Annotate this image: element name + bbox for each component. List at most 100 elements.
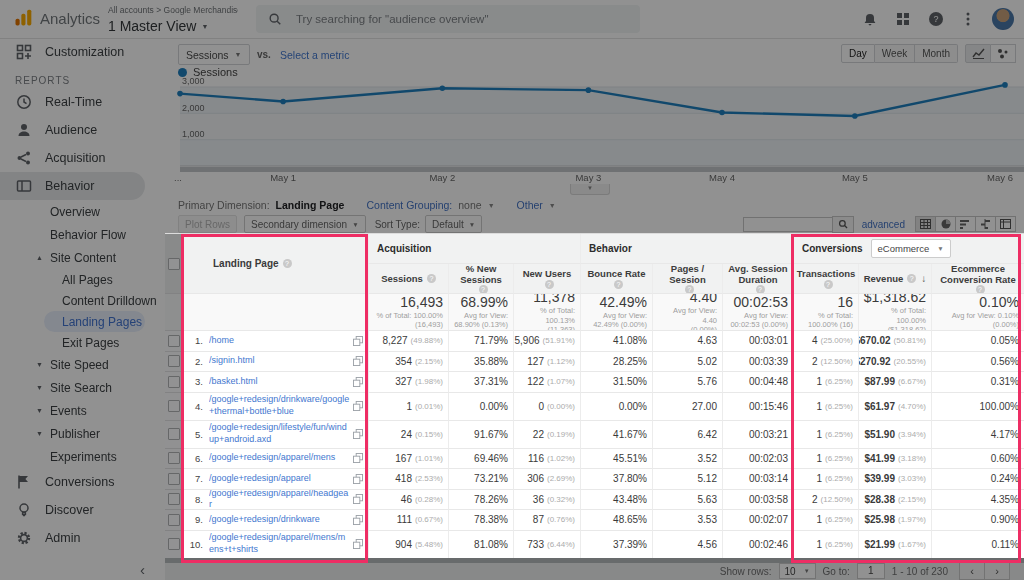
open-page-icon[interactable] xyxy=(353,377,363,387)
dimension-landing-page[interactable]: Landing Page xyxy=(276,199,345,211)
help-icon[interactable]: ? xyxy=(907,274,916,283)
help-icon[interactable]: ? xyxy=(545,280,554,289)
sidebar-item-real-time[interactable]: Real-Time xyxy=(0,88,165,116)
landing-page-link[interactable]: /google+redesign/drinkware/google+therma… xyxy=(209,394,350,417)
sidebar-item-admin[interactable]: Admin xyxy=(0,524,165,552)
open-page-icon[interactable] xyxy=(353,429,363,439)
sessions-line-chart[interactable]: 3,0002,0001,000 xyxy=(165,74,1024,172)
avatar[interactable] xyxy=(992,8,1014,30)
sidebar-item-audience[interactable]: Audience xyxy=(0,116,165,144)
line-chart-toggle[interactable] xyxy=(965,44,991,63)
column-header-pages-session[interactable]: Pages / Session? xyxy=(652,264,722,294)
sidebar-item-site-content[interactable]: ▲Site Content xyxy=(0,246,165,269)
open-page-icon[interactable] xyxy=(353,474,363,484)
landing-page-link[interactable]: /google+redesign/apparel/mens/mens+t+shi… xyxy=(209,532,350,555)
row-checkbox[interactable] xyxy=(168,452,180,464)
advanced-link[interactable]: advanced xyxy=(862,219,905,230)
sidebar-item-site-speed[interactable]: ▼Site Speed xyxy=(0,353,165,376)
content-grouping-value[interactable]: none xyxy=(458,199,481,211)
column-header-revenue[interactable]: Revenue?↓ xyxy=(858,264,931,294)
open-page-icon[interactable] xyxy=(353,401,363,411)
sidebar-item-exit-pages[interactable]: Exit Pages xyxy=(0,332,165,353)
sort-type-button[interactable]: Default▼ xyxy=(425,215,482,233)
column-header-ecommerce-conversion-rate[interactable]: Ecommerce Conversion Rate? xyxy=(931,264,1024,294)
metric-selector[interactable]: Sessions▼ xyxy=(178,44,250,65)
help-icon[interactable]: ? xyxy=(824,280,833,289)
sidebar-item-customization[interactable]: Customization xyxy=(0,38,165,66)
column-header-sessions[interactable]: Sessions? xyxy=(368,264,448,294)
landing-page-column-header[interactable]: Landing Page? xyxy=(182,234,368,294)
sidebar-item-behavior-flow[interactable]: Behavior Flow xyxy=(0,223,165,246)
row-checkbox[interactable] xyxy=(168,493,180,505)
row-checkbox[interactable] xyxy=(168,538,180,550)
row-checkbox[interactable] xyxy=(168,473,180,485)
chart-collapse-tab[interactable]: ▼ xyxy=(570,184,610,195)
row-checkbox[interactable] xyxy=(168,514,180,526)
select-metric-link[interactable]: Select a metric xyxy=(280,49,349,61)
column-header-new-users[interactable]: New Users? xyxy=(513,264,580,294)
row-checkbox[interactable] xyxy=(168,355,180,367)
help-icon[interactable]: ? xyxy=(756,285,765,294)
column-header-transactions[interactable]: Transactions? xyxy=(793,264,858,294)
view-title[interactable]: 1 Master View▼ xyxy=(108,18,238,34)
content-grouping-link[interactable]: Content Grouping: xyxy=(366,199,452,211)
open-page-icon[interactable] xyxy=(353,515,363,525)
landing-page-link[interactable]: /google+redesign/apparel/headgear xyxy=(209,490,350,511)
help-icon[interactable]: ? xyxy=(614,280,623,289)
help-icon[interactable]: ? xyxy=(479,285,488,294)
row-checkbox[interactable] xyxy=(168,400,180,412)
landing-page-link[interactable]: /google+redesign/lifestyle/fun/windup+an… xyxy=(209,422,350,445)
prev-page-button[interactable]: ‹ xyxy=(959,562,985,580)
sidebar-collapse-icon[interactable]: ‹ xyxy=(140,561,145,578)
sidebar-item-publisher[interactable]: ▼Publisher xyxy=(0,422,165,445)
row-checkbox[interactable] xyxy=(168,376,180,388)
sidebar-item-landing-pages[interactable]: Landing Pages xyxy=(44,311,145,332)
notifications-bell-icon[interactable] xyxy=(862,11,878,27)
view-performance-icon[interactable] xyxy=(956,216,976,232)
analytics-logo[interactable]: Analytics xyxy=(13,8,100,28)
other-dimension-link[interactable]: Other xyxy=(517,199,543,211)
sort-descending-icon[interactable]: ↓ xyxy=(921,273,926,285)
table-search-input[interactable] xyxy=(743,217,832,232)
help-icon[interactable]: ? xyxy=(928,11,944,27)
sidebar-item-conversions[interactable]: Conversions xyxy=(0,468,165,496)
open-page-icon[interactable] xyxy=(353,494,363,504)
help-icon[interactable]: ? xyxy=(976,285,985,294)
view-percentage-icon[interactable] xyxy=(936,216,956,232)
breadcrumb-property[interactable]: Google Merchandise St... xyxy=(164,5,238,15)
open-page-icon[interactable] xyxy=(353,356,363,366)
open-page-icon[interactable] xyxy=(353,336,363,346)
apps-grid-icon[interactable] xyxy=(895,11,911,27)
sidebar-item-experiments[interactable]: Experiments xyxy=(0,445,165,468)
landing-page-link[interactable]: /google+redesign/apparel/mens xyxy=(209,452,350,464)
granularity-month-button[interactable]: Month xyxy=(915,44,958,63)
open-page-icon[interactable] xyxy=(353,539,363,549)
sidebar-item-site-search[interactable]: ▼Site Search xyxy=(0,376,165,399)
landing-page-link[interactable]: /home xyxy=(209,335,350,347)
row-checkbox[interactable] xyxy=(168,335,180,347)
table-search-button[interactable] xyxy=(832,216,854,233)
help-icon[interactable]: ? xyxy=(427,274,436,283)
landing-page-link[interactable]: /google+redesign/drinkware xyxy=(209,514,350,526)
help-icon[interactable]: ? xyxy=(685,285,694,294)
row-checkbox[interactable] xyxy=(168,428,180,440)
view-comparison-icon[interactable] xyxy=(976,216,996,232)
help-icon[interactable]: ? xyxy=(283,259,292,268)
column-header--new-sessions[interactable]: % New Sessions? xyxy=(448,264,513,294)
landing-page-link[interactable]: /basket.html xyxy=(209,376,350,388)
sidebar-item-overview[interactable]: Overview xyxy=(0,200,165,223)
landing-page-link[interactable]: /signin.html xyxy=(209,355,350,367)
sidebar-item-all-pages[interactable]: All Pages xyxy=(0,269,165,290)
sidebar-item-content-drilldown[interactable]: Content Drilldown xyxy=(0,290,165,311)
select-all-checkbox[interactable] xyxy=(168,258,180,270)
granularity-day-button[interactable]: Day xyxy=(841,44,875,63)
view-pivot-icon[interactable] xyxy=(996,216,1016,232)
sidebar-item-behavior[interactable]: Behavior xyxy=(0,172,145,200)
plot-rows-button[interactable]: Plot Rows xyxy=(178,215,237,233)
more-vertical-icon[interactable] xyxy=(961,11,975,27)
motion-chart-toggle[interactable] xyxy=(991,44,1016,63)
sidebar-item-events[interactable]: ▼Events xyxy=(0,399,165,422)
next-page-button[interactable]: › xyxy=(984,562,1010,580)
view-table-icon[interactable] xyxy=(915,216,936,232)
column-header-avg-session-duration[interactable]: Avg. Session Duration? xyxy=(722,264,793,294)
